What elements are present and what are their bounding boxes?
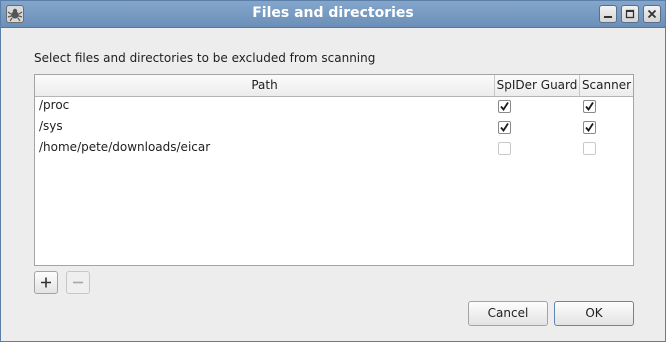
column-header-spider-guard[interactable]: SpIDer Guard: [495, 75, 580, 96]
scanner-checkbox[interactable]: [583, 121, 596, 134]
column-header-path[interactable]: Path: [35, 75, 495, 96]
cancel-button[interactable]: Cancel: [468, 301, 548, 326]
minus-icon: [73, 281, 83, 284]
titlebar[interactable]: Files and directories: [1, 1, 665, 28]
spider-guard-checkbox[interactable]: [498, 100, 511, 113]
check-icon: [500, 102, 509, 112]
files-and-directories-dialog: Files and directories Select files and d…: [0, 0, 666, 342]
table-row[interactable]: /proc: [35, 96, 633, 117]
table-row[interactable]: /sys: [35, 117, 633, 138]
path-cell: /sys: [39, 119, 63, 133]
path-cell: /proc: [39, 98, 70, 112]
plus-icon: [41, 277, 51, 288]
scanner-checkbox[interactable]: [583, 142, 596, 155]
check-icon: [585, 123, 594, 133]
maximize-button[interactable]: [621, 5, 639, 23]
scanner-checkbox[interactable]: [583, 100, 596, 113]
remove-path-button[interactable]: [66, 271, 90, 294]
column-header-scanner[interactable]: Scanner: [580, 75, 633, 96]
minimize-icon: [604, 16, 612, 18]
ok-button[interactable]: OK: [554, 301, 634, 326]
add-path-button[interactable]: [34, 271, 58, 294]
table-row[interactable]: /home/pete/downloads/eicar: [35, 138, 633, 159]
spider-guard-checkbox[interactable]: [498, 142, 511, 155]
table-header: Path SpIDer Guard Scanner: [35, 75, 633, 97]
window-title: Files and directories: [252, 5, 414, 21]
minimize-button[interactable]: [599, 5, 617, 23]
path-cell: /home/pete/downloads/eicar: [39, 140, 211, 154]
close-icon: [647, 9, 657, 19]
exclusion-table[interactable]: Path SpIDer Guard Scanner /proc /sys /ho…: [34, 74, 634, 266]
instruction-text: Select files and directories to be exclu…: [34, 51, 376, 65]
check-icon: [585, 102, 594, 112]
spider-guard-checkbox[interactable]: [498, 121, 511, 134]
maximize-icon: [625, 9, 635, 19]
close-button[interactable]: [643, 5, 661, 23]
check-icon: [500, 123, 509, 133]
